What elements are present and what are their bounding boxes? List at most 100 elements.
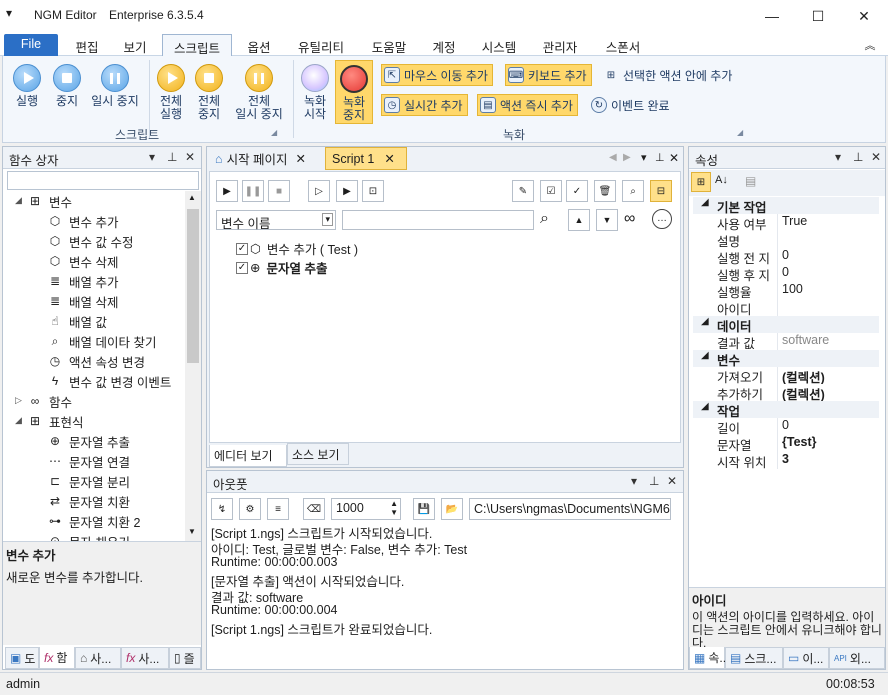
property-value[interactable]: 0 — [777, 418, 879, 435]
tree-category[interactable]: ▷ ∞ 함수 — [15, 391, 72, 411]
more-icon[interactable]: … — [652, 209, 672, 229]
property-row[interactable]: 사용 여부 True — [693, 214, 879, 232]
tree-scrollbar[interactable]: ▲ ▼ — [185, 191, 201, 541]
property-row[interactable]: 추가하기 (컬렉션) — [693, 384, 879, 402]
tab-editor-view[interactable]: 에디터 보기 — [209, 445, 287, 467]
expander-icon[interactable]: ▷ — [15, 395, 22, 406]
script-item[interactable]: ✓ ⊕ 문자열 추출 — [236, 258, 327, 277]
tab-toolbox[interactable]: ▣ 도 — [5, 647, 39, 669]
collapse-ribbon-icon[interactable]: ︽ — [860, 34, 880, 56]
categorized-icon[interactable]: ⊞ — [691, 172, 711, 192]
dialog-launcher-icon[interactable]: ◢ — [271, 128, 277, 137]
check-icon[interactable]: ✓ — [566, 180, 588, 202]
close-icon[interactable]: ✕ — [871, 150, 881, 164]
tab-edit[interactable]: 편집 — [64, 34, 110, 56]
eraser-icon[interactable]: ⌫ — [303, 498, 325, 520]
wrap-icon[interactable]: ≡ — [267, 498, 289, 520]
property-row[interactable]: 시작 위치 3 — [693, 452, 879, 470]
property-row[interactable]: 결과 값 software — [693, 333, 879, 351]
tree-item[interactable]: ⊏ 문자열 분리 — [47, 471, 130, 491]
tab-properties[interactable]: ▦ 속... — [689, 647, 729, 669]
tab-admin[interactable]: 관리자 — [534, 34, 586, 56]
add-mouse-move-button[interactable]: ⇱ 마우스 이동 추가 — [381, 64, 493, 86]
tab-start-page[interactable]: ⌂ 시작 페이지 ✕ — [209, 147, 325, 170]
tree-category[interactable]: ◢ ⊞ 표현식 — [15, 411, 84, 431]
record-start-button[interactable]: 녹화 시작 — [299, 64, 331, 121]
scroll-up-icon[interactable]: ▲ — [188, 193, 196, 202]
quick-access-menu-icon[interactable]: ▾ — [6, 6, 12, 20]
edit-icon[interactable]: ✎ — [512, 180, 534, 202]
property-row[interactable]: 문자열 {Test} — [693, 435, 879, 453]
tab-favorites[interactable]: ▯ 즐 — [169, 647, 201, 669]
pin-icon[interactable]: ⊥ — [655, 151, 665, 164]
loop-icon[interactable]: ∞ — [624, 210, 635, 228]
step-icon[interactable]: ▷ — [308, 180, 330, 202]
find-icon[interactable]: ⌕ — [622, 180, 644, 202]
property-value[interactable]: {Test} — [777, 435, 879, 452]
tab-account[interactable]: 계정 — [424, 34, 464, 56]
tab-script-list[interactable]: ▤ 스크... — [725, 647, 783, 669]
panel-dropdown-icon[interactable]: ▾ — [835, 150, 841, 164]
pin-icon[interactable]: ⊥ — [853, 150, 863, 164]
property-row[interactable]: 아이디 — [693, 299, 879, 317]
tab-scroll-right-icon[interactable]: ▶ — [623, 152, 631, 163]
tree-item[interactable]: ⊕ 문자열 추출 — [47, 431, 130, 451]
tab-script-1[interactable]: Script 1 ✕ — [325, 147, 407, 170]
property-value[interactable]: 0 — [777, 248, 879, 265]
search-icon[interactable]: ⌕ — [540, 210, 549, 228]
tree-item[interactable]: ϟ 변수 값 변경 이벤트 — [47, 371, 172, 391]
save-icon[interactable]: 💾 — [413, 498, 435, 520]
move-up-icon[interactable]: ▲ — [568, 209, 590, 231]
run-icon[interactable]: ▶ — [216, 180, 238, 202]
tab-system[interactable]: 시스템 — [474, 34, 524, 56]
tree-item[interactable]: ⬡ 변수 값 수정 — [47, 231, 134, 251]
collapse-icon[interactable]: ◢ — [701, 197, 709, 208]
property-value[interactable]: 3 — [777, 452, 879, 469]
run-selected-icon[interactable]: ⊡ — [362, 180, 384, 202]
tree-item[interactable]: ⬡ 변수 추가 — [47, 211, 119, 231]
log-settings-icon[interactable]: ⚙ — [239, 498, 261, 520]
move-down-icon[interactable]: ▼ — [596, 209, 618, 231]
tree-item[interactable]: ≣ 배열 삭제 — [47, 291, 119, 311]
pause-all-button[interactable]: 전체 일시 중지 — [231, 64, 287, 121]
tab-functions[interactable]: fx 함 — [39, 647, 75, 669]
property-value[interactable] — [777, 231, 879, 248]
property-row[interactable]: 실행 후 지0 — [693, 265, 879, 283]
script-item[interactable]: ✓ ⬡ 변수 추가 ( Test ) — [236, 239, 358, 258]
delete-icon[interactable]: 🗑 — [594, 180, 616, 202]
tab-view[interactable]: 보기 — [112, 34, 158, 56]
close-icon[interactable]: ✕ — [669, 151, 679, 165]
tab-script[interactable]: 스크립트 — [162, 34, 232, 56]
tab-user[interactable]: ⌂ 사... — [75, 647, 121, 669]
pause-button[interactable]: 일시 중지 — [87, 64, 143, 108]
filter-select[interactable]: 변수 이름 ▾ — [216, 210, 336, 231]
stop-icon[interactable]: ■ — [268, 180, 290, 202]
tab-user-functions[interactable]: fx 사... — [121, 647, 169, 669]
tree-item[interactable]: ≣ 배열 추가 — [47, 271, 119, 291]
run-all-button[interactable]: 전체 실행 — [153, 64, 189, 121]
tab-help[interactable]: 도움말 — [362, 34, 416, 56]
add-inside-selected-button[interactable]: ⊞ 선택한 액션 안에 추가 — [601, 64, 736, 86]
tab-external[interactable]: API 외... — [829, 647, 885, 669]
stop-all-button[interactable]: 전체 중지 — [191, 64, 227, 121]
scroll-thumb[interactable] — [187, 209, 199, 363]
maximize-button[interactable]: ☐ — [795, 0, 841, 32]
property-row[interactable]: 길이 0 — [693, 418, 879, 436]
tab-images[interactable]: ▭ 이... — [783, 647, 829, 669]
dialog-launcher-icon[interactable]: ◢ — [737, 128, 743, 137]
property-row[interactable]: 설명 — [693, 231, 879, 249]
panel-dropdown-icon[interactable]: ▾ — [149, 150, 155, 164]
property-category[interactable]: ◢ 변수 — [693, 350, 879, 368]
hook-icon[interactable]: ↯ — [211, 498, 233, 520]
check-all-icon[interactable]: ☑ — [540, 180, 562, 202]
property-pages-icon[interactable]: ▤ — [745, 174, 756, 188]
tree-category[interactable]: ◢ ⊞ 변수 — [15, 191, 72, 211]
checkbox[interactable]: ✓ — [236, 261, 248, 274]
property-value[interactable]: True — [777, 214, 879, 231]
tab-utility[interactable]: 유틸리티 — [288, 34, 354, 56]
property-value[interactable]: (컬렉션) — [777, 384, 879, 401]
collapse-icon[interactable]: ◢ — [701, 316, 709, 327]
close-tab-icon[interactable]: ✕ — [384, 151, 394, 166]
property-value[interactable]: software — [777, 333, 879, 350]
property-row[interactable]: 실행율 100 — [693, 282, 879, 300]
